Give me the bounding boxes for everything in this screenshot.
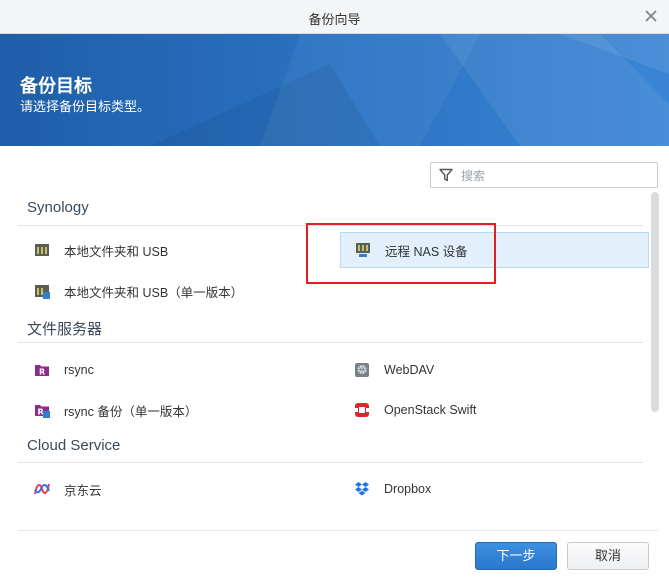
option-label: WebDAV: [384, 363, 435, 377]
filter-icon[interactable]: [439, 168, 453, 182]
option-rsync[interactable]: R rsync: [20, 352, 310, 388]
close-icon[interactable]: [643, 8, 659, 24]
option-label: 本地文件夹和 USB: [64, 244, 169, 259]
dropbox-icon: [355, 482, 369, 496]
svg-text:R: R: [39, 368, 45, 377]
title-bar: 备份向导: [0, 0, 669, 34]
local-folder-icon: [35, 244, 49, 256]
option-label: 京东云: [64, 483, 102, 498]
section-cloud-service: Cloud Service: [18, 437, 643, 463]
option-label: OpenStack Swift: [384, 403, 477, 417]
option-dropbox[interactable]: Dropbox: [340, 471, 649, 507]
local-folder-single-icon: [35, 285, 50, 299]
option-webdav[interactable]: WebDAV: [340, 352, 649, 388]
footer-divider: [18, 530, 658, 531]
next-button[interactable]: 下一步: [475, 542, 557, 570]
option-jd-cloud[interactable]: 京东云: [20, 471, 310, 507]
option-local-folder-usb-single[interactable]: 本地文件夹和 USB（单一版本）: [20, 273, 310, 309]
openstack-icon: [355, 403, 369, 417]
window-title: 备份向导: [308, 12, 361, 27]
option-label: 本地文件夹和 USB（单一版本）: [64, 285, 244, 300]
section-synology: Synology: [18, 199, 643, 226]
jd-cloud-icon: [34, 483, 50, 495]
option-remote-nas[interactable]: 远程 NAS 设备: [340, 232, 649, 268]
header-banner: 备份目标 请选择备份目标类型。: [0, 34, 669, 146]
banner-heading: 备份目标: [20, 76, 92, 96]
list-scrollbar[interactable]: [651, 192, 659, 412]
remote-nas-icon: [356, 243, 370, 257]
section-title: Synology: [27, 199, 89, 216]
search-input[interactable]: [459, 166, 653, 186]
search-box: [430, 162, 658, 188]
banner-background: [150, 34, 669, 146]
option-label: rsync: [64, 363, 94, 377]
section-title: Cloud Service: [27, 437, 121, 454]
rsync-icon: R: [35, 365, 49, 377]
cancel-button[interactable]: 取消: [567, 542, 649, 570]
option-rsync-single[interactable]: R rsync 备份（单一版本）: [20, 392, 310, 428]
webdav-icon: [355, 363, 369, 377]
section-title: 文件服务器: [27, 321, 103, 338]
option-local-folder-usb[interactable]: 本地文件夹和 USB: [20, 232, 310, 268]
option-label: 远程 NAS 设备: [385, 244, 468, 259]
option-label: Dropbox: [384, 482, 432, 496]
section-file-server: 文件服务器: [18, 318, 643, 343]
svg-text:R: R: [38, 408, 44, 417]
rsync-single-icon: R: [35, 405, 50, 418]
option-openstack-swift[interactable]: OpenStack Swift: [340, 392, 649, 428]
banner-subheading: 请选择备份目标类型。: [20, 99, 151, 114]
option-label: rsync 备份（单一版本）: [64, 404, 198, 419]
